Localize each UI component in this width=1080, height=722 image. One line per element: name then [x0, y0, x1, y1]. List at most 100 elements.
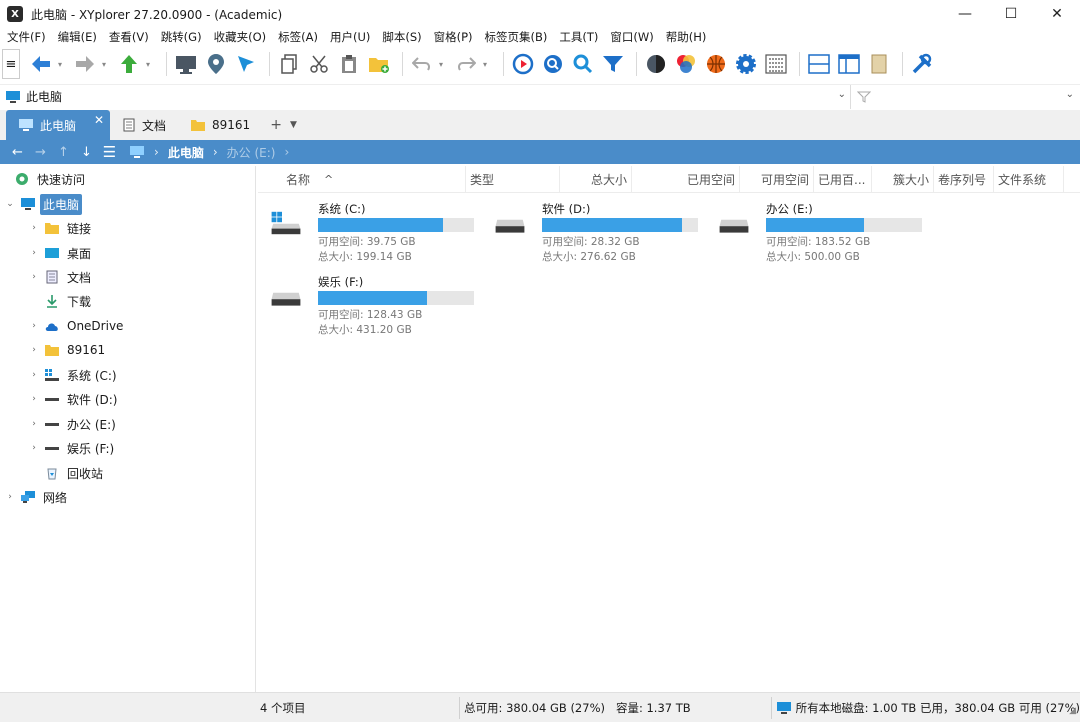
undo-dropdown-icon[interactable]: ▾	[439, 60, 447, 69]
new-folder-icon[interactable]	[366, 51, 392, 77]
chevron-right-icon[interactable]: ›	[28, 272, 40, 282]
chevron-right-icon[interactable]: ›	[28, 223, 40, 233]
theme-icon[interactable]	[643, 51, 669, 77]
new-tab-button[interactable]: +	[262, 110, 290, 140]
tree-item-quick-access[interactable]: 快速访问	[10, 168, 88, 190]
chevron-right-icon[interactable]: ›	[28, 443, 40, 453]
breadcrumb-drive-e[interactable]: 办公 (E:)	[227, 144, 276, 161]
filter-input[interactable]: ⌄	[850, 84, 1080, 109]
drive-tile-f[interactable]: 娱乐 (F:) 可用空间: 128.43 GB 总大小: 431.20 GB	[258, 274, 474, 338]
chevron-right-icon[interactable]: ›	[28, 248, 40, 258]
tree-item-onedrive[interactable]: › OneDrive	[28, 315, 126, 337]
color-filter-icon[interactable]	[673, 51, 699, 77]
redo-dropdown-icon[interactable]: ▾	[483, 60, 491, 69]
minimize-button[interactable]: —	[942, 0, 988, 28]
menu-script[interactable]: 脚本(S)	[382, 29, 421, 45]
drive-tile-c[interactable]: 系统 (C:) 可用空间: 39.75 GB 总大小: 199.14 GB	[258, 201, 474, 265]
up-dropdown-icon[interactable]: ▾	[146, 60, 154, 69]
menu-go[interactable]: 跳转(G)	[161, 29, 202, 45]
dual-pane-icon[interactable]	[836, 51, 862, 77]
drive-tile-e[interactable]: 办公 (E:) 可用空间: 183.52 GB 总大小: 500.00 GB	[706, 201, 922, 265]
computer-icon[interactable]	[129, 145, 145, 159]
chevron-down-icon[interactable]: ⌄	[4, 199, 16, 209]
filter-dropdown-icon[interactable]: ⌄	[1066, 89, 1074, 100]
tab-this-pc[interactable]: 此电脑 ✕	[6, 110, 110, 140]
column-name[interactable]: 名称 ^	[258, 165, 466, 193]
tab-documents[interactable]: 文档	[110, 110, 178, 140]
down-icon[interactable]: ↓	[75, 145, 98, 160]
tree-item-documents[interactable]: › 文档	[28, 266, 94, 288]
back-icon[interactable]	[28, 51, 54, 77]
drive-tile-d[interactable]: 软件 (D:) 可用空间: 28.32 GB 总大小: 276.62 GB	[482, 201, 698, 265]
tree-item-recycle-bin[interactable]: 回收站	[40, 462, 106, 484]
info-panel-icon[interactable]	[866, 51, 892, 77]
close-button[interactable]: ✕	[1034, 0, 1080, 28]
address-dropdown-icon[interactable]: ⌄	[838, 89, 846, 100]
breadcrumb-menu-icon[interactable]: ☰	[98, 143, 121, 161]
chevron-right-icon[interactable]: ›	[28, 370, 40, 380]
find-files-icon[interactable]	[570, 51, 596, 77]
chevron-right-icon[interactable]: ›	[4, 492, 16, 502]
tab-89161[interactable]: 89161	[178, 110, 262, 140]
menu-tags[interactable]: 标签(A)	[278, 29, 318, 45]
tree-item-downloads[interactable]: 下载	[40, 290, 94, 312]
filter-icon[interactable]	[600, 51, 626, 77]
tree-item-drive-e[interactable]: › 办公 (E:)	[28, 413, 119, 435]
back-dropdown-icon[interactable]: ▾	[58, 60, 66, 69]
menu-edit[interactable]: 编辑(E)	[58, 29, 97, 45]
chevron-right-icon[interactable]: ›	[28, 394, 40, 404]
menu-favorites[interactable]: 收藏夹(O)	[214, 29, 267, 45]
tree-item-89161[interactable]: › 89161	[28, 339, 108, 361]
column-type[interactable]: 类型	[466, 165, 560, 193]
chevron-right-icon[interactable]: ›	[28, 419, 40, 429]
settings-gear-icon[interactable]	[733, 51, 759, 77]
column-cluster-size[interactable]: 簇大小	[872, 165, 934, 193]
tree-item-network[interactable]: › 网络	[4, 486, 70, 508]
chevron-right-icon[interactable]: ›	[28, 321, 40, 331]
menu-panes[interactable]: 窗格(P)	[434, 29, 473, 45]
tab-list-dropdown-icon[interactable]: ▼	[290, 110, 297, 140]
column-serial-number[interactable]: 卷序列号	[934, 165, 994, 193]
tree-item-this-pc[interactable]: ⌄ 此电脑	[4, 193, 83, 215]
horizontal-panes-icon[interactable]	[806, 51, 832, 77]
select-cursor-icon[interactable]	[233, 51, 259, 77]
column-free-space[interactable]: 可用空间	[740, 165, 814, 193]
cut-icon[interactable]	[306, 51, 332, 77]
menu-tabsets[interactable]: 标签页集(B)	[485, 29, 548, 45]
column-total-size[interactable]: 总大小	[560, 165, 632, 193]
computer-icon[interactable]	[173, 51, 199, 77]
grid-view-icon[interactable]	[763, 51, 789, 77]
forward-icon[interactable]: →	[29, 145, 52, 160]
forward-icon[interactable]	[72, 51, 98, 77]
search-icon[interactable]	[540, 51, 566, 77]
close-icon[interactable]: ✕	[94, 113, 104, 127]
undo-icon[interactable]	[409, 51, 435, 77]
maximize-button[interactable]: ☐	[988, 0, 1034, 28]
main-menu-button[interactable]: ≡	[2, 49, 20, 79]
tree-item-drive-f[interactable]: › 娱乐 (F:)	[28, 437, 117, 459]
tools-icon[interactable]	[909, 51, 935, 77]
column-file-system[interactable]: 文件系统	[994, 165, 1064, 193]
up-icon[interactable]	[116, 51, 142, 77]
paste-icon[interactable]	[336, 51, 362, 77]
back-icon[interactable]: ←	[6, 145, 29, 160]
tree-item-drive-d[interactable]: › 软件 (D:)	[28, 388, 120, 410]
location-pin-icon[interactable]	[203, 51, 229, 77]
menu-user[interactable]: 用户(U)	[330, 29, 370, 45]
up-icon[interactable]: ↑	[52, 145, 75, 160]
column-used-space[interactable]: 已用空间	[632, 165, 740, 193]
resize-grip-icon[interactable]: ◢	[1069, 706, 1076, 716]
menu-file[interactable]: 文件(F)	[7, 29, 46, 45]
tree-item-drive-c[interactable]: › 系统 (C:)	[28, 364, 120, 386]
breadcrumb-this-pc[interactable]: 此电脑	[168, 144, 204, 161]
forward-dropdown-icon[interactable]: ▾	[102, 60, 110, 69]
menu-tools[interactable]: 工具(T)	[559, 29, 598, 45]
tree-item-desktop[interactable]: › 桌面	[28, 242, 94, 264]
menu-window[interactable]: 窗口(W)	[610, 29, 653, 45]
basketball-icon[interactable]	[703, 51, 729, 77]
redo-icon[interactable]	[453, 51, 479, 77]
menu-help[interactable]: 帮助(H)	[666, 29, 707, 45]
tree-item-links[interactable]: › 链接	[28, 217, 94, 239]
address-input[interactable]: 此电脑 ⌄	[0, 85, 850, 109]
column-used-percent[interactable]: 已用百...	[814, 165, 872, 193]
